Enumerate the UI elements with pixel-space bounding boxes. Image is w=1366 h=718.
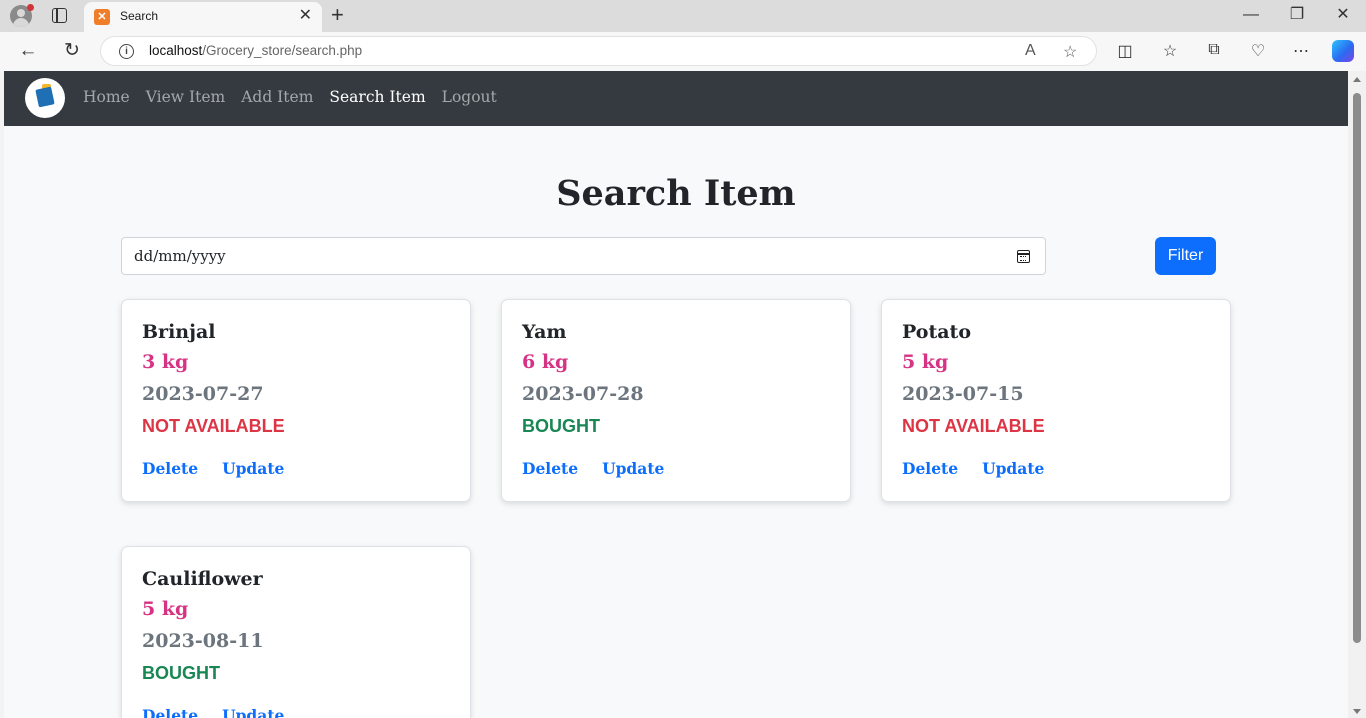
scroll-up-icon[interactable] <box>1353 77 1361 82</box>
nav-links: Home View Item Add Item Search Item Logo… <box>83 88 497 106</box>
item-card: Brinjal 3 kg 2023-07-27 NOT AVAILABLE De… <box>121 299 471 502</box>
address-bar[interactable]: i localhost/Grocery_store/search.php A ☆ <box>100 36 1097 66</box>
item-card: Yam 6 kg 2023-07-28 BOUGHT Delete Update <box>501 299 851 502</box>
nav-link-search-item[interactable]: Search Item <box>329 88 425 106</box>
page-viewport: Home View Item Add Item Search Item Logo… <box>4 71 1348 718</box>
item-name: Potato <box>902 321 971 343</box>
notification-dot <box>27 4 34 11</box>
tab-actions-icon[interactable] <box>52 8 67 23</box>
page-scrollbar[interactable] <box>1348 71 1366 718</box>
back-icon[interactable]: ← <box>16 40 40 62</box>
delete-link[interactable]: Delete <box>142 706 198 718</box>
nav-link-home[interactable]: Home <box>83 88 130 106</box>
nav-link-logout[interactable]: Logout <box>442 88 497 106</box>
scroll-down-icon[interactable] <box>1353 709 1361 714</box>
calendar-icon[interactable] <box>1017 250 1030 263</box>
item-date: 2023-07-28 <box>522 383 644 405</box>
item-card: Potato 5 kg 2023-07-15 NOT AVAILABLE Del… <box>881 299 1231 502</box>
new-tab-icon[interactable]: + <box>331 3 344 27</box>
more-options-icon[interactable]: ⋯ <box>1290 41 1312 61</box>
date-input[interactable]: dd/mm/yyyy <box>121 237 1046 275</box>
filter-button[interactable]: Filter <box>1155 237 1216 275</box>
minimize-icon[interactable]: — <box>1236 4 1266 26</box>
xampp-icon: ✕ <box>94 9 110 25</box>
item-status: NOT AVAILABLE <box>142 416 285 436</box>
item-date: 2023-07-27 <box>142 383 264 405</box>
item-name: Cauliflower <box>142 568 263 590</box>
item-quantity: 6 kg <box>522 351 569 373</box>
copilot-icon[interactable] <box>1332 40 1354 62</box>
item-status: BOUGHT <box>142 663 220 683</box>
scroll-thumb[interactable] <box>1353 93 1361 643</box>
grocery-logo-icon[interactable] <box>25 78 65 118</box>
delete-link[interactable]: Delete <box>902 459 958 478</box>
item-quantity: 5 kg <box>902 351 949 373</box>
browser-tab-bar: ✕ Search ✕ + — ❐ ✕ <box>0 0 1366 32</box>
browser-toolbar: ← ↻ i localhost/Grocery_store/search.php… <box>0 32 1366 71</box>
url-text[interactable]: localhost/Grocery_store/search.php <box>149 43 362 58</box>
update-link[interactable]: Update <box>602 459 664 478</box>
date-placeholder: dd/mm/yyyy <box>134 247 226 265</box>
nav-link-add-item[interactable]: Add Item <box>241 88 313 106</box>
favorites-icon[interactable]: ☆ <box>1159 41 1181 61</box>
site-info-icon[interactable]: i <box>119 44 134 59</box>
close-window-icon[interactable]: ✕ <box>1328 4 1358 26</box>
tab-title: Search <box>120 9 159 23</box>
collections-icon[interactable]: ⧉ <box>1203 41 1225 59</box>
item-status: BOUGHT <box>522 416 600 436</box>
browser-essentials-icon[interactable]: ♡ <box>1247 41 1269 61</box>
item-name: Brinjal <box>142 321 216 343</box>
refresh-icon[interactable]: ↻ <box>60 40 84 62</box>
favorite-star-icon[interactable]: ☆ <box>1063 42 1077 62</box>
item-status: NOT AVAILABLE <box>902 416 1045 436</box>
update-link[interactable]: Update <box>982 459 1044 478</box>
nav-link-view-item[interactable]: View Item <box>146 88 225 106</box>
update-link[interactable]: Update <box>222 459 284 478</box>
site-navbar: Home View Item Add Item Search Item Logo… <box>4 71 1348 126</box>
split-screen-icon[interactable]: ◫ <box>1114 41 1136 61</box>
delete-link[interactable]: Delete <box>522 459 578 478</box>
item-date: 2023-08-11 <box>142 630 264 652</box>
item-quantity: 5 kg <box>142 598 189 620</box>
restore-icon[interactable]: ❐ <box>1282 4 1312 26</box>
read-aloud-icon[interactable]: A <box>1025 42 1036 60</box>
delete-link[interactable]: Delete <box>142 459 198 478</box>
browser-tab[interactable]: ✕ Search ✕ <box>84 2 322 32</box>
close-tab-icon[interactable]: ✕ <box>299 7 312 25</box>
item-card: Cauliflower 5 kg 2023-08-11 BOUGHT Delet… <box>121 546 471 718</box>
item-name: Yam <box>522 321 567 343</box>
item-quantity: 3 kg <box>142 351 189 373</box>
page-title: Search Item <box>556 173 796 214</box>
update-link[interactable]: Update <box>222 706 284 718</box>
item-date: 2023-07-15 <box>902 383 1024 405</box>
